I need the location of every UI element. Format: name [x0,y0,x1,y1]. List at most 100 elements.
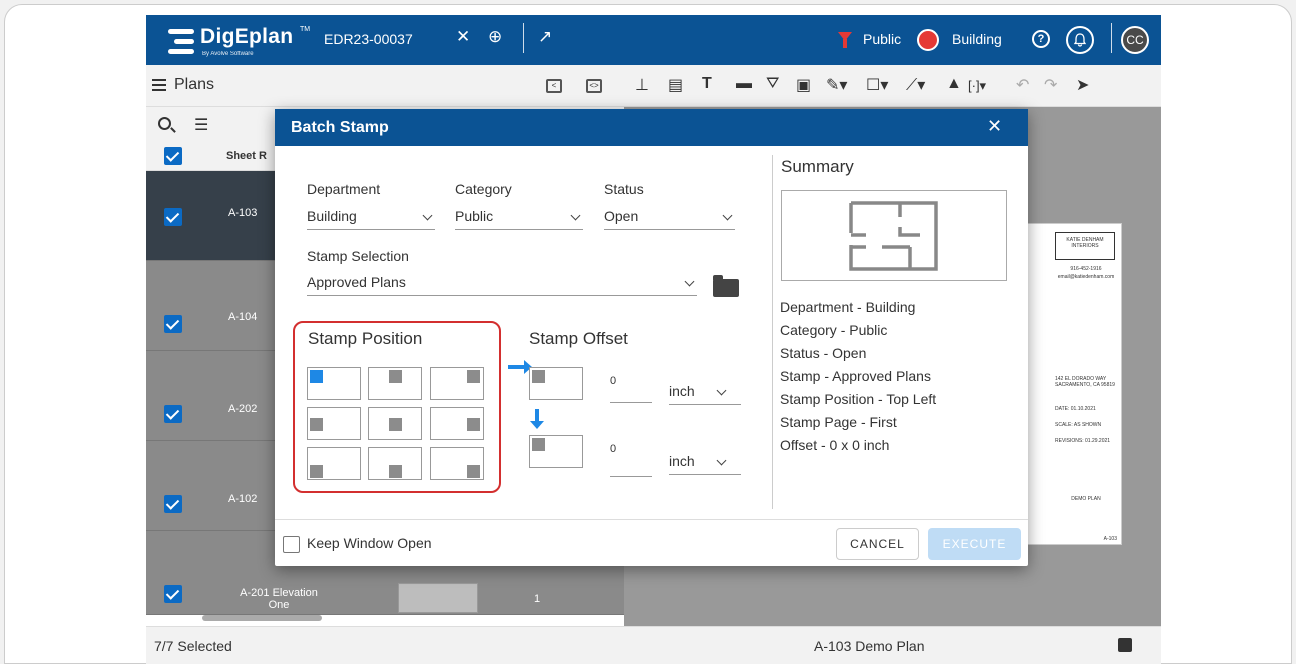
sheet-email: email@katiedenham.com [1057,274,1115,280]
row-label: A-201 Elevation One [234,587,324,611]
offset-x-input[interactable]: 0 [610,373,652,403]
offset-y-input[interactable]: 0 [610,441,652,477]
expand-panel-icon[interactable]: <> [586,79,602,93]
logo-text: DigEplan [200,25,294,48]
offset-y-unit: inch [669,453,695,469]
sheet-revisions: REVISIONS: 01.29.2021 [1055,438,1111,444]
cancel-button[interactable]: CANCEL [836,528,919,560]
stamp-selection-select[interactable]: Approved Plans [307,270,697,296]
chevron-down-icon [716,385,727,396]
sheet-thumbnail [398,583,478,613]
status-label[interactable]: Building [952,31,1002,47]
position-middle-center[interactable] [368,407,422,440]
list-view-icon[interactable]: ☰ [194,115,208,135]
note-tool-icon[interactable]: ▤ [668,75,683,95]
status-label: Status [604,181,644,197]
position-bottom-center[interactable] [368,447,422,480]
select-area-tool-icon[interactable]: [·]▾ [968,78,986,94]
open-external-icon[interactable]: ↗ [538,27,552,47]
add-project-icon[interactable]: ⊕ [488,27,502,47]
layout-icon[interactable] [1118,638,1132,652]
dialog-header: Batch Stamp ✕ [275,109,1028,146]
user-avatar[interactable]: CC [1121,26,1149,54]
text-tool-icon[interactable]: T [702,75,712,93]
row-checkbox[interactable] [164,208,182,226]
notifications-icon[interactable] [1066,26,1094,54]
offset-y-value: 0 [610,443,617,455]
row-label-line1: A-201 Elevation [240,587,318,599]
sheet-date: DATE: 01.10.2021 [1055,406,1096,412]
markup-toolbar: ⊥ ▤ T ▬ ⛛ ▣ ✎▾ ☐▾ ⟋▾ ▲ [·]▾ ↶ ↷ ➤ [624,65,1161,107]
logo-tm: TM [300,26,311,33]
chevron-down-icon [570,210,581,221]
image-tool-icon[interactable]: ▣ [796,75,811,95]
logo-subtitle: By Avolve Software [202,51,254,57]
project-id: EDR23-00037 [324,31,413,47]
callout-tool-icon[interactable]: ⛛ [766,75,779,93]
pointer-tool-icon[interactable]: ➤ [1076,75,1089,95]
highlight-tool-icon[interactable]: ▲ [946,75,962,93]
summary-stamp-page: Stamp Page - First [780,414,897,430]
top-bar: DigEplan TM By Avolve Software EDR23-000… [146,15,1161,65]
comment-tool-icon[interactable]: ▬ [736,75,752,93]
position-middle-left[interactable] [307,407,361,440]
position-middle-right[interactable] [430,407,484,440]
keep-window-open-checkbox[interactable] [283,536,300,553]
chevron-down-icon [684,276,695,287]
folder-icon[interactable] [713,275,739,297]
pen-tool-icon[interactable]: ✎▾ [826,75,847,95]
logo[interactable]: DigEplan TM By Avolve Software [156,21,310,61]
row-checkbox[interactable] [164,585,182,603]
stamp-tool-icon[interactable]: ⊥ [635,75,649,95]
summary-offset: Offset - 0 x 0 inch [780,437,890,453]
position-bottom-right[interactable] [430,447,484,480]
sheet-scale: SCALE: AS SHOWN [1055,422,1102,428]
summary-divider [772,155,773,509]
filter-icon[interactable] [838,32,852,48]
position-top-center[interactable] [368,367,422,400]
execute-button[interactable]: EXECUTE [928,528,1021,560]
horizontal-offset-arrow-icon [508,360,532,374]
position-top-right[interactable] [430,367,484,400]
plans-header: Plans < <> [146,65,624,107]
measure-tool-icon[interactable]: ⟋▾ [906,75,925,95]
position-bottom-left[interactable] [307,447,361,480]
plans-title: Plans [174,76,215,93]
dialog-title: Batch Stamp [291,119,389,136]
summary-title: Summary [781,157,854,176]
close-icon[interactable]: ✕ [987,116,1002,137]
summary-status: Status - Open [780,345,867,361]
position-top-left[interactable] [307,367,361,400]
viewer-footer: A-103 Demo Plan [624,626,1161,664]
filter-label[interactable]: Public [863,31,901,47]
shape-tool-icon[interactable]: ☐▾ [866,75,888,95]
offset-x-unit-select[interactable]: inch [669,379,741,405]
sheet-number: A-103 [1103,536,1117,542]
row-checkbox[interactable] [164,315,182,333]
horizontal-scrollbar[interactable] [202,615,322,621]
collapse-panel-icon[interactable]: < [546,79,562,93]
row-checkbox[interactable] [164,495,182,513]
category-select[interactable]: Public [455,204,583,230]
select-all-checkbox[interactable] [164,147,182,165]
selection-footer: 7/7 Selected [146,626,624,664]
row-label-line2: One [268,599,290,611]
chevron-down-icon [722,210,733,221]
menu-icon[interactable] [152,79,166,91]
column-header-sheet[interactable]: Sheet R [226,150,267,162]
close-project-icon[interactable]: ✕ [456,27,470,47]
stamp-offset-title: Stamp Offset [529,329,628,348]
vertical-offset-arrow-icon [530,409,544,429]
offset-y-unit-select[interactable]: inch [669,449,741,475]
row-label: A-103 [228,207,258,219]
divider [523,23,524,53]
redo-icon[interactable]: ↷ [1044,75,1057,95]
chevron-down-icon [716,455,727,466]
help-icon[interactable]: ? [1032,30,1050,48]
search-icon[interactable] [158,117,171,130]
row-checkbox[interactable] [164,405,182,423]
keep-window-open-label[interactable]: Keep Window Open [307,535,432,551]
undo-icon[interactable]: ↶ [1016,75,1029,95]
status-select[interactable]: Open [604,204,735,230]
department-select[interactable]: Building [307,204,435,230]
